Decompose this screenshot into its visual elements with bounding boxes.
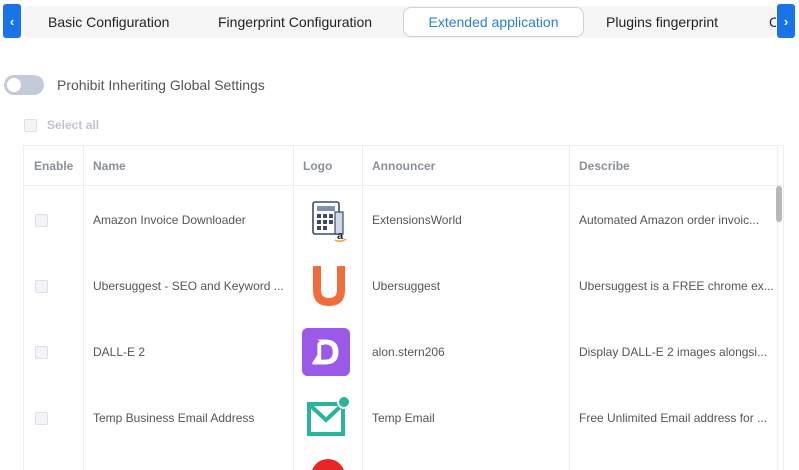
toggle-knob	[7, 78, 21, 92]
tab-more[interactable]: C	[769, 6, 776, 38]
tab-extended-application[interactable]: Extended application	[403, 7, 584, 37]
describe-cell: Display DALL-E 2 images alongsi...	[569, 319, 777, 385]
extensions-table: Enable Name Logo Announcer Describe Amaz…	[23, 145, 784, 470]
name-cell: Amazon Invoice Downloader	[83, 187, 293, 253]
enable-cell	[24, 253, 83, 319]
header-describe: Describe	[579, 159, 630, 173]
header-announcer: Announcer	[372, 159, 436, 173]
enable-cell	[24, 319, 83, 385]
toggle-label: Prohibit Inheriting Global Settings	[57, 77, 265, 93]
tab-bar: ‹ Basic Configuration Fingerprint Config…	[0, 0, 799, 44]
logo-cell	[293, 385, 362, 451]
tab-label: Plugins fingerprint	[606, 14, 719, 30]
announcer-text: alon.stern206	[372, 345, 445, 359]
extension-name: Temp Business Email Address	[93, 411, 255, 425]
table-header: Enable Name Logo Announcer Describe	[24, 146, 783, 186]
table-row: DALL-E 2 alon.stern206 Display DALL-E 2 …	[24, 319, 777, 385]
select-all-row: Select all	[24, 118, 99, 132]
mail-envelope-icon	[304, 394, 352, 442]
name-cell: DALL-E 2	[83, 319, 293, 385]
announcer-cell: ExtensionsWorld	[362, 187, 569, 253]
logo-cell	[293, 253, 362, 319]
tab-scroll-right-button[interactable]: ›	[777, 4, 795, 38]
header-logo: Logo	[303, 159, 333, 173]
enable-checkbox[interactable]	[35, 213, 48, 227]
enable-cell	[24, 187, 83, 253]
announcer-cell: alon.stern206	[362, 319, 569, 385]
invoice-calculator-icon: a	[305, 196, 353, 244]
table-scrollbar[interactable]	[776, 186, 782, 470]
tab-plugins-fingerprint[interactable]: Plugins fingerprint	[606, 6, 718, 38]
table-row	[24, 451, 777, 470]
table-row: Amazon Invoice Downloader a ExtensionsWo…	[24, 187, 777, 253]
enable-checkbox[interactable]	[35, 411, 48, 425]
tab-fingerprint-configuration[interactable]: Fingerprint Configuration	[218, 6, 372, 38]
logo-cell: a	[293, 187, 362, 253]
partial-logo-icon	[311, 459, 345, 470]
extension-name: Amazon Invoice Downloader	[93, 213, 246, 227]
tab-strip: Basic Configuration Fingerprint Configur…	[22, 6, 776, 38]
logo-cell	[293, 319, 362, 385]
enable-checkbox[interactable]	[35, 279, 48, 293]
table-row: Ubersuggest - SEO and Keyword ... Ubersu…	[24, 253, 777, 319]
tab-label: C	[769, 14, 776, 30]
enable-checkbox[interactable]	[35, 345, 48, 359]
extension-name: Ubersuggest - SEO and Keyword ...	[93, 279, 284, 293]
chevron-left-icon: ‹	[9, 13, 15, 29]
header-enable: Enable	[34, 159, 74, 173]
select-all-checkbox[interactable]	[24, 118, 37, 132]
ubersuggest-u-icon	[305, 262, 353, 310]
scrollbar-thumb[interactable]	[776, 186, 782, 222]
announcer-cell: Temp Email	[362, 385, 569, 451]
tab-label: Fingerprint Configuration	[218, 14, 373, 30]
announcer-cell: Ubersuggest	[362, 253, 569, 319]
prohibit-inherit-toggle[interactable]	[4, 75, 44, 95]
select-all-label: Select all	[47, 118, 100, 132]
table-row: Temp Business Email Address Temp Email F…	[24, 385, 777, 451]
header-name: Name	[93, 159, 126, 173]
name-cell: Ubersuggest - SEO and Keyword ...	[83, 253, 293, 319]
describe-text: Automated Amazon order invoic...	[579, 213, 760, 227]
describe-cell: Free Unlimited Email address for ...	[569, 385, 777, 451]
tab-basic-configuration[interactable]: Basic Configuration	[48, 6, 169, 38]
enable-cell	[24, 385, 83, 451]
dalle-d-icon	[302, 328, 350, 376]
describe-cell: Automated Amazon order invoic...	[569, 187, 777, 253]
describe-text: Display DALL-E 2 images alongsi...	[579, 345, 768, 359]
tab-label: Extended application	[428, 14, 559, 30]
describe-text: Free Unlimited Email address for ...	[579, 411, 768, 425]
describe-cell: Ubersuggest is a FREE chrome ex...	[569, 253, 777, 319]
announcer-text: Temp Email	[372, 411, 435, 425]
inherit-settings-row: Prohibit Inheriting Global Settings	[4, 74, 265, 96]
tab-scroll-left-button[interactable]: ‹	[3, 4, 21, 38]
extension-name: DALL-E 2	[93, 345, 146, 359]
announcer-text: ExtensionsWorld	[372, 213, 462, 227]
name-cell: Temp Business Email Address	[83, 385, 293, 451]
describe-text: Ubersuggest is a FREE chrome ex...	[579, 279, 774, 293]
announcer-text: Ubersuggest	[372, 279, 441, 293]
chevron-right-icon: ›	[783, 13, 789, 29]
tab-label: Basic Configuration	[48, 14, 170, 30]
